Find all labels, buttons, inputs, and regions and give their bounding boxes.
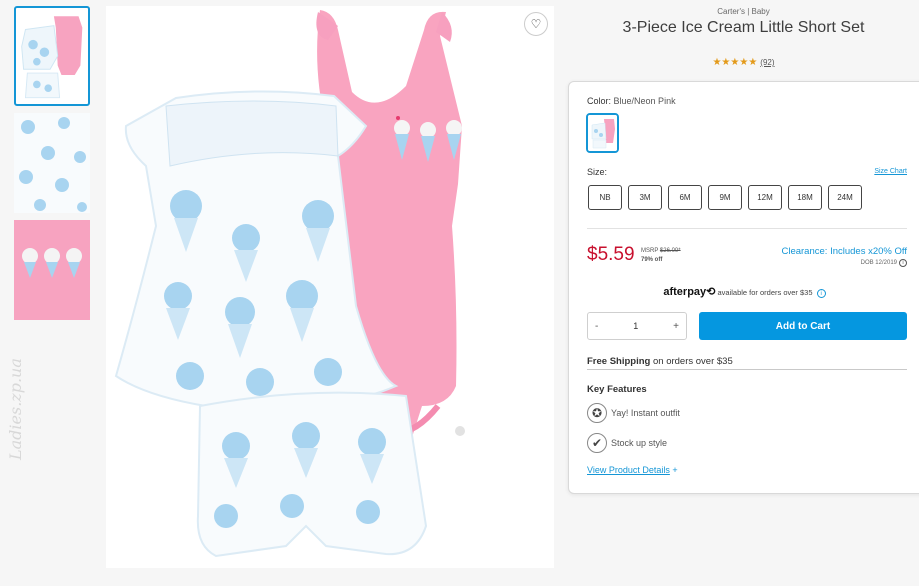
dob-text: DOB 12/2019 i bbox=[861, 259, 907, 267]
clearance-text: Clearance: Includes x20% Off bbox=[781, 246, 907, 257]
badge-icon: ✪ bbox=[587, 403, 607, 423]
discount-percent: 79% off bbox=[641, 257, 663, 263]
purchase-panel: Color: Blue/Neon Pink Size: Size Chart N… bbox=[568, 81, 919, 494]
quantity-value[interactable]: 1 bbox=[633, 321, 638, 331]
favorite-button[interactable]: ♡ bbox=[524, 12, 548, 36]
watermark: Ladies.zp.ua bbox=[6, 358, 25, 460]
thumbnail-graphic[interactable] bbox=[14, 220, 90, 320]
color-label: Color: bbox=[587, 96, 612, 106]
size-option-3m[interactable]: 3M bbox=[628, 185, 662, 210]
size-option-9m[interactable]: 9M bbox=[708, 185, 742, 210]
msrp-label: MSRP bbox=[641, 248, 659, 254]
afterpay-brand: afterpay bbox=[663, 286, 707, 298]
thumbnail-pattern[interactable] bbox=[14, 113, 90, 213]
divider bbox=[587, 228, 907, 229]
size-option-6m[interactable]: 6M bbox=[668, 185, 702, 210]
size-label: Size: bbox=[587, 167, 608, 177]
quantity-stepper: - 1 + bbox=[587, 312, 687, 340]
decrease-quantity-button[interactable]: - bbox=[595, 321, 598, 332]
thumbnail-set[interactable] bbox=[14, 6, 90, 106]
feature-item: ✪ Yay! Instant outfit bbox=[587, 403, 680, 423]
thumbnail-pattern-image bbox=[14, 113, 90, 213]
feature-text: Yay! Instant outfit bbox=[611, 408, 680, 418]
msrp-block: MSRP $26.00* 79% off bbox=[641, 247, 681, 265]
product-title: 3-Piece Ice Cream Little Short Set bbox=[622, 19, 865, 36]
afterpay-logo: afterpay⟲ bbox=[663, 286, 715, 298]
divider bbox=[587, 369, 907, 370]
sale-price: $5.59 bbox=[587, 244, 635, 265]
size-chart-link[interactable]: Size Chart bbox=[874, 168, 907, 175]
main-product-image[interactable]: ♡ bbox=[106, 6, 554, 568]
plus-icon: + bbox=[672, 465, 678, 475]
product-rating[interactable]: ★★★★★ (92) bbox=[568, 57, 919, 68]
size-option-24m[interactable]: 24M bbox=[828, 185, 862, 210]
size-option-18m[interactable]: 18M bbox=[788, 185, 822, 210]
feature-text: Stock up style bbox=[611, 438, 668, 448]
thumbnail-graphic-image bbox=[14, 220, 90, 320]
view-product-details-link[interactable]: View Product Details + bbox=[587, 465, 678, 475]
size-option-nb[interactable]: NB bbox=[588, 185, 622, 210]
size-options: NB 3M 6M 9M 12M 18M 24M bbox=[588, 185, 868, 210]
info-icon[interactable]: i bbox=[899, 259, 907, 267]
thumbnail-list bbox=[14, 6, 92, 327]
free-shipping-label: Free Shipping bbox=[587, 356, 651, 367]
key-features-heading: Key Features bbox=[587, 384, 647, 395]
color-value: Blue/Neon Pink bbox=[613, 96, 676, 106]
thumbnail-set-image bbox=[16, 8, 88, 104]
afterpay-logo-icon: ⟲ bbox=[706, 286, 716, 298]
increase-quantity-button[interactable]: + bbox=[673, 321, 679, 332]
rating-stars: ★★★★★ bbox=[712, 57, 758, 68]
shipping-info: Free Shipping on orders over $35 bbox=[587, 356, 733, 367]
afterpay-info-icon[interactable]: i bbox=[816, 289, 826, 298]
shipping-text: on orders over $35 bbox=[652, 356, 733, 367]
product-illustration bbox=[106, 6, 554, 568]
heart-icon: ♡ bbox=[530, 17, 542, 31]
add-to-cart-button[interactable]: Add to Cart bbox=[699, 312, 907, 340]
swatch-image bbox=[588, 115, 617, 151]
afterpay-banner: afterpay⟲ available for orders over $35 … bbox=[569, 285, 919, 298]
review-count-link[interactable]: (92) bbox=[760, 58, 774, 67]
product-brand: Carter's | Baby bbox=[717, 7, 770, 16]
msrp-value: $26.00* bbox=[659, 248, 681, 254]
size-option-12m[interactable]: 12M bbox=[748, 185, 782, 210]
details-link-text: View Product Details bbox=[587, 465, 670, 475]
dob-value: DOB 12/2019 bbox=[860, 260, 897, 266]
color-swatch-blue-neon-pink[interactable] bbox=[586, 113, 619, 153]
checkmark-icon: ✔ bbox=[587, 433, 607, 453]
feature-item: ✔ Stock up style bbox=[587, 433, 667, 453]
color-row: Color: Blue/Neon Pink bbox=[587, 96, 676, 106]
afterpay-text: available for orders over $35 bbox=[717, 288, 813, 297]
